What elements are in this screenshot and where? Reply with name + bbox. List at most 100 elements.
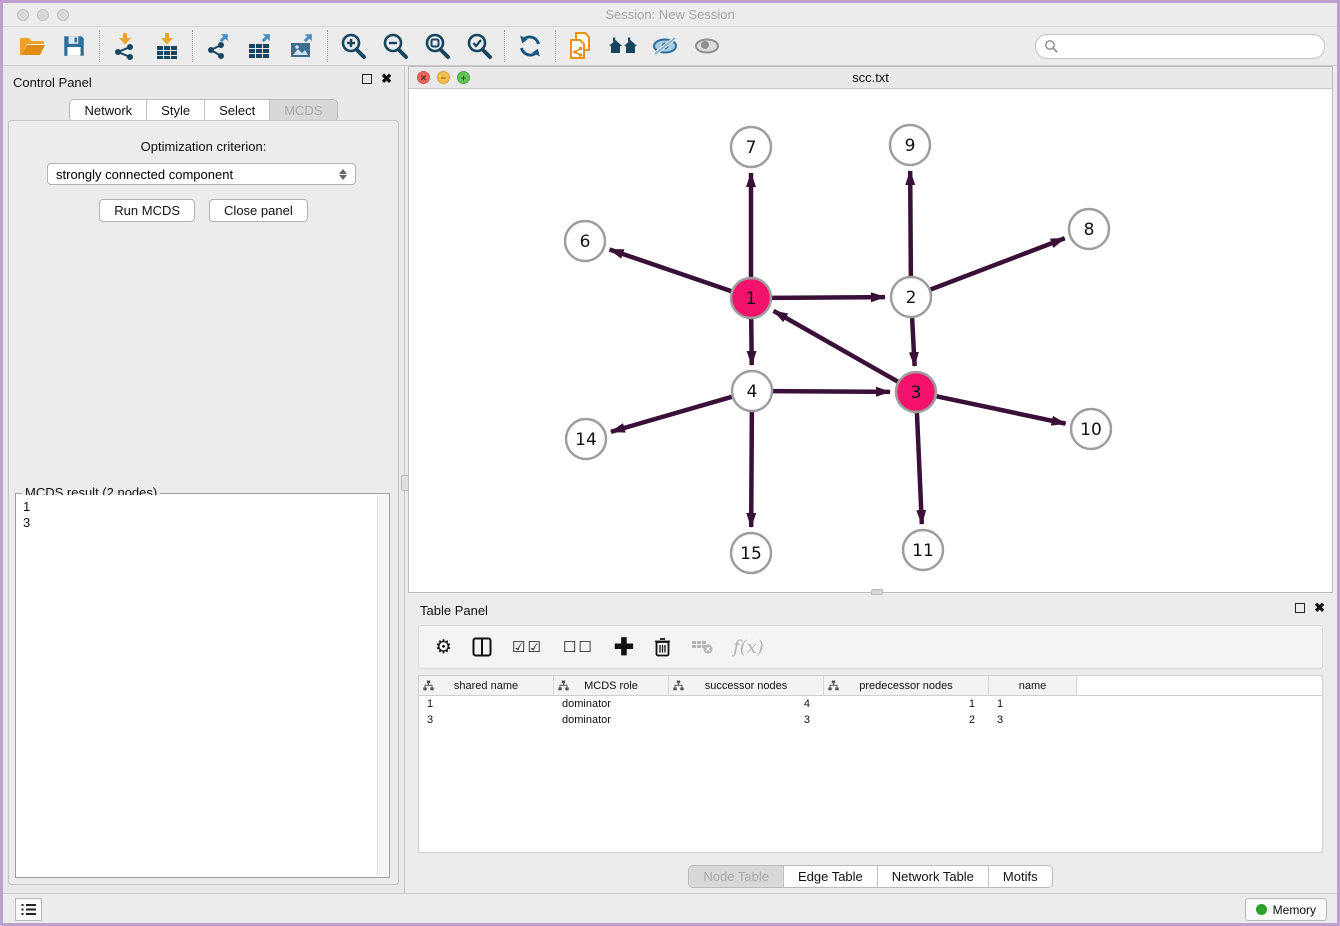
close-panel-icon[interactable]: ✖ [381, 74, 392, 84]
graph-edge-2-8[interactable] [931, 238, 1065, 289]
zoom-in-icon [338, 31, 368, 61]
toolbar-separator [555, 30, 556, 62]
graph-edge-3-1[interactable] [774, 311, 898, 382]
graph-node-label-2: 2 [906, 288, 917, 308]
column-layout-button[interactable] [472, 637, 492, 657]
deselect-all-button[interactable]: ☐☐ [563, 638, 594, 656]
column-header-successor-nodes[interactable]: successor nodes [669, 676, 824, 695]
control-panel: Control Panel ✖ NetworkStyleSelectMCDS O… [3, 66, 405, 893]
float-table-panel-icon[interactable] [1295, 603, 1305, 613]
cell-shared-name[interactable]: 3 [419, 712, 554, 728]
import-network-button[interactable] [104, 29, 146, 63]
graph-edge-4-3[interactable] [773, 391, 890, 392]
tab-node-table[interactable]: Node Table [689, 866, 784, 887]
graph-edge-2-9[interactable] [910, 171, 911, 276]
search-input[interactable] [1059, 39, 1324, 54]
column-header-name[interactable]: name [989, 676, 1077, 695]
memory-label: Memory [1273, 903, 1316, 917]
graph-edge-1-6[interactable] [610, 249, 732, 291]
graph-node-label-8: 8 [1084, 220, 1095, 240]
export-table-button[interactable] [239, 29, 281, 63]
cell-predecessor-nodes[interactable]: 2 [824, 712, 989, 728]
cell-successor-nodes[interactable]: 4 [669, 696, 824, 712]
cell-mcds-role[interactable]: dominator [554, 712, 669, 728]
network-canvas[interactable]: 1234678910111415 [409, 89, 1332, 592]
add-column-button[interactable]: ✚ [614, 633, 634, 662]
eye-icon [692, 34, 722, 58]
zoom-out-button[interactable] [374, 29, 416, 63]
table-row[interactable]: 3dominator323 [419, 712, 1322, 728]
cell-predecessor-nodes[interactable]: 1 [824, 696, 989, 712]
duplicate-network-button[interactable] [560, 29, 602, 63]
select-all-button[interactable]: ☑☑ [512, 638, 543, 656]
graph-edge-2-3[interactable] [912, 318, 915, 366]
close-table-panel-icon[interactable]: ✖ [1314, 603, 1325, 613]
refresh-view-button[interactable] [509, 29, 551, 63]
search-icon [1044, 39, 1059, 54]
mcds-result-box: MCDS result (2 nodes) 1 3 [15, 493, 390, 878]
tab-mcds[interactable]: MCDS [270, 100, 336, 121]
network-view-window: ✕ − + scc.txt 1234678910111415 [408, 66, 1333, 593]
network-window-titlebar[interactable]: ✕ − + scc.txt [409, 67, 1332, 89]
refresh-icon [516, 32, 544, 60]
graph-edge-4-15[interactable] [751, 412, 752, 527]
cell-name[interactable]: 1 [989, 696, 1077, 712]
result-scrollbar[interactable] [377, 495, 388, 876]
tab-network-table[interactable]: Network Table [878, 866, 989, 887]
column-header-mcds-role[interactable]: MCDS role [554, 676, 669, 695]
delete-column-button[interactable] [654, 637, 671, 657]
float-panel-icon[interactable] [362, 74, 372, 84]
show-all-button[interactable] [686, 29, 728, 63]
node-table[interactable]: shared name MCDS rolesuccessor nodes prede… [418, 675, 1323, 853]
column-header-predecessor-nodes[interactable]: predecessor nodes [824, 676, 989, 695]
zoom-fit-button[interactable] [416, 29, 458, 63]
tab-style[interactable]: Style [147, 100, 205, 121]
hide-selected-button[interactable] [644, 29, 686, 63]
apply-function-button[interactable]: f(x) [733, 637, 764, 658]
memory-button[interactable]: Memory [1245, 898, 1327, 921]
open-folder-icon [18, 33, 46, 59]
open-file-button[interactable] [11, 29, 53, 63]
tab-network[interactable]: Network [70, 100, 147, 121]
column-header-label: shared name [454, 680, 518, 692]
save-session-button[interactable] [53, 29, 95, 63]
cell-name[interactable]: 3 [989, 712, 1077, 728]
graph-node-label-14: 14 [575, 430, 597, 450]
hierarchy-icon [423, 680, 434, 691]
run-mcds-button[interactable]: Run MCDS [99, 199, 195, 222]
delete-table-button[interactable] [691, 639, 713, 655]
export-network-button[interactable] [197, 29, 239, 63]
network-resize-grip[interactable] [871, 589, 883, 595]
control-panel-tabs: NetworkStyleSelectMCDS [69, 99, 337, 122]
export-image-icon [288, 32, 316, 60]
column-header-shared-name[interactable]: shared name [419, 676, 554, 695]
tab-select[interactable]: Select [205, 100, 270, 121]
close-panel-button[interactable]: Close panel [209, 199, 308, 222]
tab-motifs[interactable]: Motifs [989, 866, 1052, 887]
optimization-criterion-label: Optimization criterion: [9, 139, 398, 154]
table-toolbar: ⚙ ☑☑ ☐☐ ✚ [418, 625, 1323, 669]
export-image-button[interactable] [281, 29, 323, 63]
search-box[interactable] [1035, 34, 1325, 59]
network-window-title: scc.txt [409, 70, 1332, 85]
graph-edge-4-14[interactable] [611, 397, 732, 432]
cell-shared-name[interactable]: 1 [419, 696, 554, 712]
task-history-button[interactable] [15, 898, 42, 921]
graph-node-label-10: 10 [1080, 420, 1102, 440]
import-table-button[interactable] [146, 29, 188, 63]
cell-mcds-role[interactable]: dominator [554, 696, 669, 712]
column-layout-icon [472, 637, 492, 657]
first-neighbors-button[interactable] [602, 29, 644, 63]
cell-successor-nodes[interactable]: 3 [669, 712, 824, 728]
criterion-select[interactable]: strongly connected component [47, 163, 356, 185]
column-header-label: predecessor nodes [859, 680, 953, 692]
graph-edge-3-10[interactable] [937, 396, 1066, 423]
graph-edge-1-2[interactable] [772, 297, 885, 298]
tab-edge-table[interactable]: Edge Table [784, 866, 878, 887]
table-row[interactable]: 1dominator411 [419, 696, 1322, 712]
graph-edge-3-11[interactable] [917, 413, 922, 524]
zoom-selected-icon [464, 31, 494, 61]
zoom-in-button[interactable] [332, 29, 374, 63]
zoom-selected-button[interactable] [458, 29, 500, 63]
table-settings-button[interactable]: ⚙ [435, 636, 452, 659]
